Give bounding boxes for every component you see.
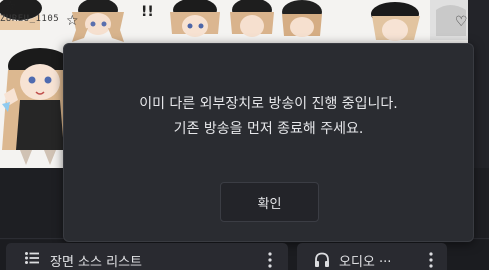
more-options-icon[interactable]	[268, 252, 272, 268]
scene-source-panel-title: 장면 소스 리스트	[50, 255, 142, 270]
confirm-button[interactable]: 확인	[220, 182, 319, 222]
app-window: ZUREU_1105 ☆ ☆ !! ♡ 이미 다른 외부장치로 방송이 진행 중…	[0, 0, 489, 270]
star-icon: ☆	[66, 13, 79, 29]
heart-icon: ♡	[455, 14, 468, 30]
audio-panel-title: 오디오 ···	[339, 255, 392, 270]
list-icon	[25, 252, 39, 264]
dialog-message-line-1: 이미 다른 외부장치로 방송이 진행 중입니다.	[139, 96, 398, 112]
audio-panel-header[interactable]: 오디오 ···	[297, 243, 447, 270]
alert-dialog: 이미 다른 외부장치로 방송이 진행 중입니다. 기존 방송을 먼저 종료해 주…	[63, 43, 474, 242]
more-options-icon[interactable]	[429, 252, 433, 268]
sticker-label-text: ZUREU_1105	[0, 14, 60, 24]
headphones-icon	[315, 252, 329, 267]
star-icon: ☆	[4, 0, 17, 15]
dialog-message-line-2: 기존 방송을 먼저 종료해 주세요.	[173, 121, 364, 137]
scene-source-panel-header[interactable]: 장면 소스 리스트	[6, 243, 288, 270]
exclamation-icon: !!	[141, 4, 154, 20]
dialog-message: 이미 다른 외부장치로 방송이 진행 중입니다. 기존 방송을 먼저 종료해 주…	[64, 92, 473, 142]
